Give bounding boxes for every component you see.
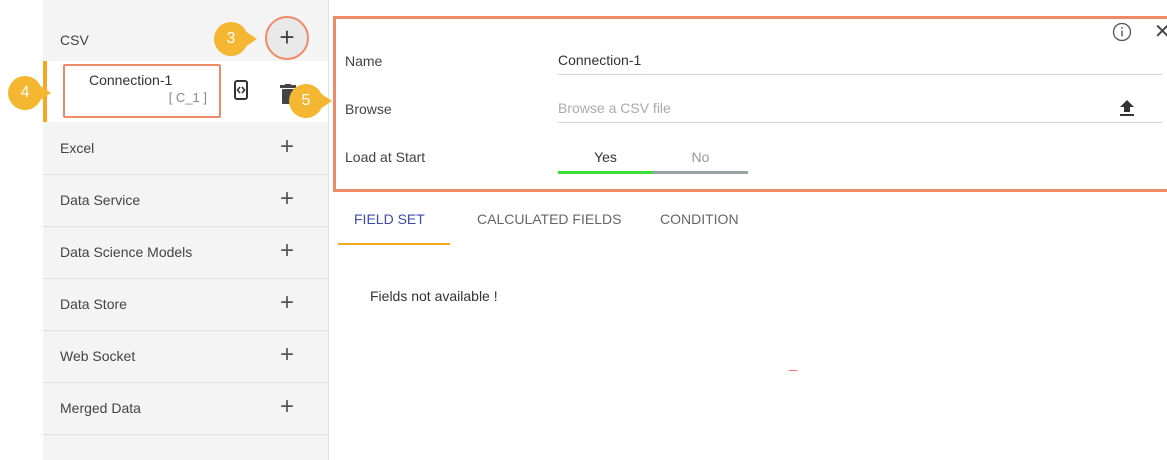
callout-3: 3 <box>214 22 257 56</box>
add-icon[interactable]: + <box>275 278 299 328</box>
load-at-start-toggle[interactable]: Yes No <box>558 143 748 174</box>
add-icon[interactable]: + <box>275 382 299 432</box>
sidebar-item-excel[interactable]: Excel + <box>43 122 328 175</box>
sidebar-item-label: Data Store <box>60 296 127 312</box>
sidebar-item-merged-data[interactable]: Merged Data + <box>43 382 328 435</box>
sidebar-item-label: Data Service <box>60 192 141 208</box>
tab-calculated-fields[interactable]: CALCULATED FIELDS <box>477 200 621 244</box>
sidebar-item-label: Web Socket <box>60 348 136 364</box>
name-label: Name <box>345 53 383 69</box>
add-icon[interactable]: + <box>275 330 299 380</box>
callout-5: 5 <box>289 84 332 118</box>
connection-item[interactable]: Connection-1 [ C_1 ] <box>43 61 328 122</box>
cursor-mark <box>789 370 797 371</box>
tab-field-set[interactable]: FIELD SET <box>354 200 425 244</box>
load-at-start-label: Load at Start <box>345 149 426 165</box>
sidebar-item-data-science-models[interactable]: Data Science Models + <box>43 226 328 279</box>
sidebar-item-web-socket[interactable]: Web Socket + <box>43 330 328 383</box>
tab-condition[interactable]: CONDITION <box>660 200 739 244</box>
name-field[interactable]: Connection-1 <box>558 45 1162 75</box>
close-icon[interactable]: ✕ <box>1154 19 1167 44</box>
add-icon[interactable]: + <box>275 226 299 276</box>
connection-id: [ C_1 ] <box>168 90 207 105</box>
empty-fields-message: Fields not available ! <box>370 288 498 304</box>
add-icon[interactable]: + <box>275 174 299 224</box>
sidebar-item-label: Data Science Models <box>60 244 193 260</box>
add-icon[interactable]: + <box>275 122 299 172</box>
connection-properties-panel: ✕ Name Connection-1 Browse Browse a CSV … <box>333 16 1167 192</box>
callout-4: 4 <box>8 76 51 110</box>
add-connection-button[interactable]: + <box>265 16 309 60</box>
code-icon[interactable] <box>234 80 248 100</box>
active-tab-indicator <box>338 243 450 245</box>
browse-label: Browse <box>345 101 392 117</box>
sidebar: CSV Connection-1 [ C_1 ] Excel + Data Se… <box>43 0 329 460</box>
info-icon[interactable] <box>1112 22 1132 42</box>
sidebar-item-label: Merged Data <box>60 400 141 416</box>
sidebar-item-data-store[interactable]: Data Store + <box>43 278 328 331</box>
sidebar-item-label: Excel <box>60 140 95 156</box>
sidebar-item-data-service[interactable]: Data Service + <box>43 174 328 227</box>
browse-field[interactable]: Browse a CSV file <box>558 93 1162 123</box>
upload-icon[interactable] <box>1119 99 1135 117</box>
connection-highlight[interactable]: Connection-1 [ C_1 ] <box>63 64 221 118</box>
connection-name: Connection-1 <box>89 72 173 88</box>
toggle-yes[interactable]: Yes <box>558 143 653 174</box>
toggle-no[interactable]: No <box>653 143 748 174</box>
